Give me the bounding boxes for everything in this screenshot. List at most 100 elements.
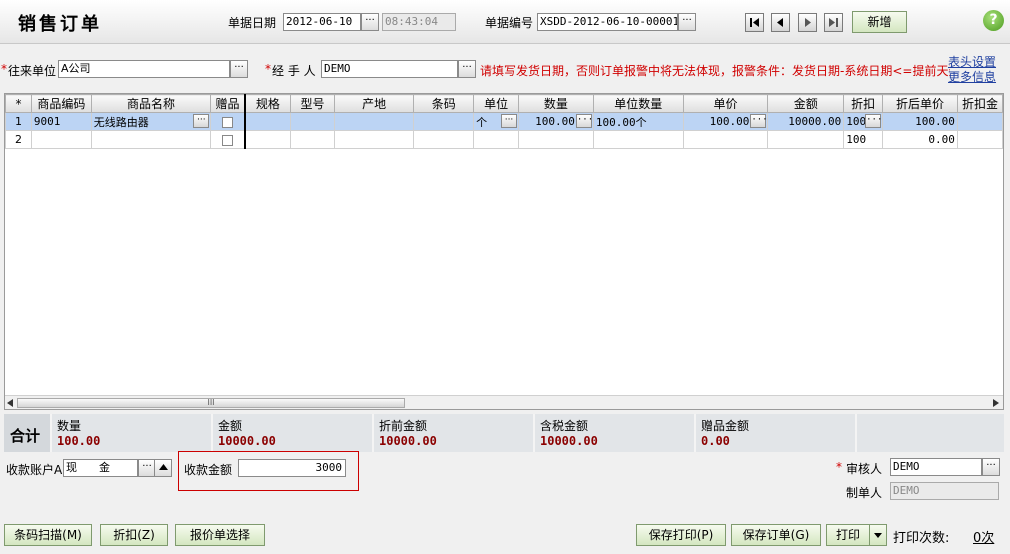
- handler-picker-button[interactable]: ···: [458, 60, 476, 78]
- summary-empty: [855, 414, 1004, 452]
- col-header[interactable]: 产地: [333, 94, 415, 113]
- cell-spec[interactable]: [244, 130, 292, 149]
- cell-unit[interactable]: 个 ···: [473, 112, 519, 131]
- name-picker-button[interactable]: ···: [193, 114, 210, 128]
- cell-disc-amount[interactable]: [956, 130, 1003, 149]
- col-header[interactable]: 规格: [244, 94, 292, 113]
- cell-unit-text: 个: [476, 115, 488, 129]
- handler-field[interactable]: DEMO: [321, 60, 458, 78]
- cell-gift[interactable]: [210, 112, 246, 131]
- scroll-right-icon[interactable]: [993, 399, 1000, 407]
- account-field[interactable]: 现 金: [63, 459, 138, 477]
- summary-qty-value: 100.00: [57, 434, 101, 448]
- print-dropdown-button[interactable]: [869, 524, 887, 546]
- col-header[interactable]: 商品编码: [30, 94, 92, 113]
- cell-disc-price[interactable]: 100.00: [882, 112, 958, 131]
- cell-gift[interactable]: [210, 130, 246, 149]
- new-button[interactable]: 新增: [852, 11, 907, 33]
- print-button[interactable]: 打印: [826, 524, 870, 546]
- summary-amount-label: 金额: [218, 419, 243, 433]
- barcode-scan-button[interactable]: 条码扫描(M): [4, 524, 92, 546]
- scroll-left-icon[interactable]: [7, 399, 14, 407]
- cell-unit-qty[interactable]: 100.00个: [592, 112, 684, 131]
- col-header[interactable]: 折扣: [843, 94, 884, 113]
- col-header[interactable]: 型号: [290, 94, 335, 113]
- col-header[interactable]: 数量: [518, 94, 594, 113]
- date-field[interactable]: 2012-06-10: [283, 13, 361, 31]
- docno-field[interactable]: XSDD-2012-06-10-00001: [537, 13, 678, 31]
- cell-qty[interactable]: [518, 130, 594, 149]
- col-header[interactable]: 商品名称: [90, 94, 212, 113]
- price-picker-button[interactable]: ···: [750, 114, 767, 128]
- customer-field[interactable]: A公司: [58, 60, 230, 78]
- cell-barcode[interactable]: [413, 130, 475, 149]
- next-record-button[interactable]: [798, 13, 817, 32]
- first-icon: [750, 18, 759, 27]
- cell-origin[interactable]: [333, 112, 415, 131]
- time-field: 08:43:04: [382, 13, 456, 31]
- gift-checkbox[interactable]: [222, 116, 233, 128]
- cell-barcode[interactable]: [413, 112, 475, 131]
- col-header[interactable]: 单位数量: [592, 94, 684, 113]
- discount-button[interactable]: 折扣(Z): [100, 524, 168, 546]
- receipt-amount-field[interactable]: 3000: [238, 459, 346, 477]
- quote-select-button[interactable]: 报价单选择: [175, 524, 265, 546]
- col-header[interactable]: 条码: [413, 94, 475, 113]
- discount-picker-button[interactable]: ···: [865, 114, 882, 128]
- cell-origin[interactable]: [333, 130, 415, 149]
- account-dropdown-button[interactable]: [154, 459, 172, 477]
- summary-tax-included-label: 含税金额: [540, 419, 589, 433]
- customer-required-mark: *: [1, 62, 7, 76]
- auditor-picker-button[interactable]: ···: [982, 458, 1000, 476]
- col-header[interactable]: *: [5, 94, 32, 113]
- first-record-button[interactable]: [745, 13, 764, 32]
- save-order-button[interactable]: 保存订单(G): [731, 524, 821, 546]
- unit-picker-button[interactable]: ···: [501, 114, 517, 128]
- cell-amount[interactable]: [767, 130, 845, 149]
- cell-discount[interactable]: 100: [843, 130, 884, 149]
- col-header[interactable]: 单位: [473, 94, 519, 113]
- scroll-thumb[interactable]: III: [17, 398, 405, 408]
- more-info-link[interactable]: 更多信息: [948, 68, 996, 85]
- prev-record-button[interactable]: [771, 13, 790, 32]
- col-header[interactable]: 赠品: [210, 94, 246, 113]
- cell-price-text: 100.00: [709, 115, 750, 128]
- cell-spec[interactable]: [244, 112, 292, 131]
- col-header[interactable]: 金额: [767, 94, 845, 113]
- chevron-down-icon: [874, 533, 882, 538]
- cell-discount[interactable]: 100 ···: [843, 112, 884, 131]
- table-row[interactable]: 2 100 0.00: [5, 130, 1003, 149]
- save-print-button[interactable]: 保存打印(P): [636, 524, 726, 546]
- customer-picker-button[interactable]: ···: [230, 60, 248, 78]
- cell-qty[interactable]: 100.00 ···: [518, 112, 594, 131]
- cell-code[interactable]: [30, 130, 92, 149]
- cell-unit[interactable]: [473, 130, 519, 149]
- grid-header-row: * 商品编码 商品名称 赠品 规格 型号 产地 条码 单位 数量 单位数量 单价…: [5, 94, 1003, 113]
- cell-price[interactable]: 100.00 ···: [682, 112, 769, 131]
- print-count-value: 0次: [973, 531, 995, 546]
- col-header[interactable]: 单价: [682, 94, 769, 113]
- cell-code[interactable]: 9001: [30, 112, 92, 131]
- gift-checkbox[interactable]: [222, 134, 233, 146]
- cell-model[interactable]: [290, 112, 335, 131]
- help-icon[interactable]: ?: [983, 10, 1004, 31]
- qty-picker-button[interactable]: ···: [575, 114, 592, 128]
- next-icon: [805, 18, 811, 27]
- cell-disc-amount[interactable]: [956, 112, 1003, 131]
- date-picker-button[interactable]: ···: [361, 13, 379, 31]
- auditor-field[interactable]: DEMO: [890, 458, 982, 476]
- cell-amount[interactable]: 10000.00: [767, 112, 845, 131]
- cell-name[interactable]: 无线路由器 ···: [90, 112, 212, 131]
- col-header[interactable]: 折后单价: [882, 94, 958, 113]
- horizontal-scrollbar[interactable]: III: [5, 395, 1003, 409]
- cell-unit-qty[interactable]: [592, 130, 684, 149]
- cell-disc-price[interactable]: 0.00: [882, 130, 958, 149]
- account-label: 收款账户A: [6, 463, 63, 477]
- col-header[interactable]: 折扣金: [956, 94, 1003, 113]
- cell-name[interactable]: [90, 130, 212, 149]
- cell-price[interactable]: [682, 130, 769, 149]
- table-row[interactable]: 1 9001 无线路由器 ··· 个 ··· 100.00 ··· 100.00个 1…: [5, 112, 1003, 131]
- docno-picker-button[interactable]: ···: [678, 13, 696, 31]
- cell-model[interactable]: [290, 130, 335, 149]
- last-record-button[interactable]: [824, 13, 843, 32]
